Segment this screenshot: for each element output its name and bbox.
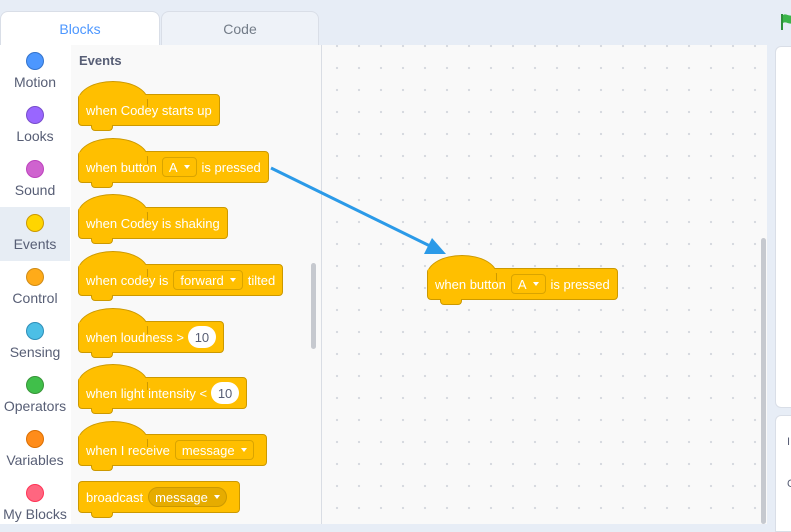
tilt-direction-dropdown[interactable]: forward (173, 270, 243, 290)
block-label: when codey is (86, 272, 169, 288)
block-label: is pressed (550, 276, 610, 292)
block-when-i-receive[interactable]: when I receive message (78, 421, 267, 471)
panel-text: C (787, 478, 791, 490)
green-flag-icon[interactable] (780, 12, 791, 32)
palette-section-title: Events (79, 53, 122, 68)
panel-text: I (787, 436, 791, 448)
category-label: Sensing (9, 344, 61, 360)
chevron-down-icon (240, 448, 247, 452)
block-when-loudness[interactable]: when loudness > 10 (78, 308, 224, 358)
block-label: broadcast (86, 489, 144, 505)
category-menu: Motion Looks Sound Events Control Sensin… (0, 45, 72, 524)
block-when-codey-starts-up[interactable]: when Codey starts up (78, 81, 220, 131)
category-label: Control (12, 290, 58, 306)
block-label: when light intensity < (86, 385, 208, 401)
events-color-icon (26, 214, 44, 232)
operators-color-icon (26, 376, 44, 394)
code-workspace[interactable]: when button A is pressed (322, 45, 767, 524)
button-dropdown[interactable]: A (161, 157, 197, 177)
block-palette: Events when Codey starts up when button … (71, 45, 322, 524)
stage-panel (775, 46, 791, 408)
loudness-number-input[interactable]: 10 (187, 326, 216, 348)
broadcast-message-dropdown[interactable]: message (148, 487, 227, 507)
category-my-blocks[interactable]: My Blocks (0, 477, 70, 531)
chevron-down-icon (532, 282, 539, 286)
block-label: when Codey is shaking (86, 215, 220, 231)
category-label: Events (13, 236, 57, 252)
block-label: when Codey starts up (86, 102, 212, 118)
workspace-block-when-button-pressed[interactable]: when button A is pressed (427, 255, 618, 305)
category-looks[interactable]: Looks (0, 99, 70, 153)
category-control[interactable]: Control (0, 261, 70, 315)
category-label: Operators (3, 398, 67, 414)
block-when-codey-tilted[interactable]: when codey is forward tilted (78, 251, 284, 301)
block-label: is pressed (201, 159, 261, 175)
category-label: Variables (6, 452, 64, 468)
block-broadcast[interactable]: broadcast message (78, 481, 240, 518)
control-color-icon (26, 268, 44, 286)
category-label: Looks (16, 128, 54, 144)
chevron-down-icon (183, 165, 190, 169)
block-label: when button (435, 276, 506, 292)
motion-color-icon (26, 52, 44, 70)
chevron-down-icon (229, 278, 236, 282)
category-label: Motion (13, 74, 57, 90)
block-label: tilted (247, 272, 276, 288)
block-label: when loudness > (86, 329, 184, 345)
block-label: when button (86, 159, 157, 175)
category-label: Sound (14, 182, 56, 198)
block-label: when I receive (86, 442, 170, 458)
tab-blocks[interactable]: Blocks (0, 11, 160, 45)
category-sound[interactable]: Sound (0, 153, 70, 207)
variables-color-icon (26, 430, 44, 448)
category-label: My Blocks (3, 506, 67, 522)
category-operators[interactable]: Operators (0, 369, 70, 423)
button-dropdown[interactable]: A (510, 274, 546, 294)
category-variables[interactable]: Variables (0, 423, 70, 477)
looks-color-icon (26, 106, 44, 124)
sensing-color-icon (26, 322, 44, 340)
category-motion[interactable]: Motion (0, 45, 70, 99)
message-dropdown[interactable]: message (174, 440, 254, 460)
device-panel (775, 415, 791, 532)
palette-scrollbar[interactable] (311, 263, 316, 349)
my-blocks-color-icon (26, 484, 44, 502)
light-number-input[interactable]: 10 (211, 382, 240, 404)
workspace-scrollbar[interactable] (761, 238, 766, 524)
block-when-button-pressed[interactable]: when button A is pressed (78, 138, 269, 188)
block-when-codey-shaking[interactable]: when Codey is shaking (78, 194, 228, 244)
tab-code[interactable]: Code (161, 11, 319, 45)
block-when-light-intensity[interactable]: when light intensity < 10 (78, 364, 248, 414)
chevron-down-icon (213, 495, 220, 499)
category-events[interactable]: Events (0, 207, 70, 261)
sound-color-icon (26, 160, 44, 178)
category-sensing[interactable]: Sensing (0, 315, 70, 369)
